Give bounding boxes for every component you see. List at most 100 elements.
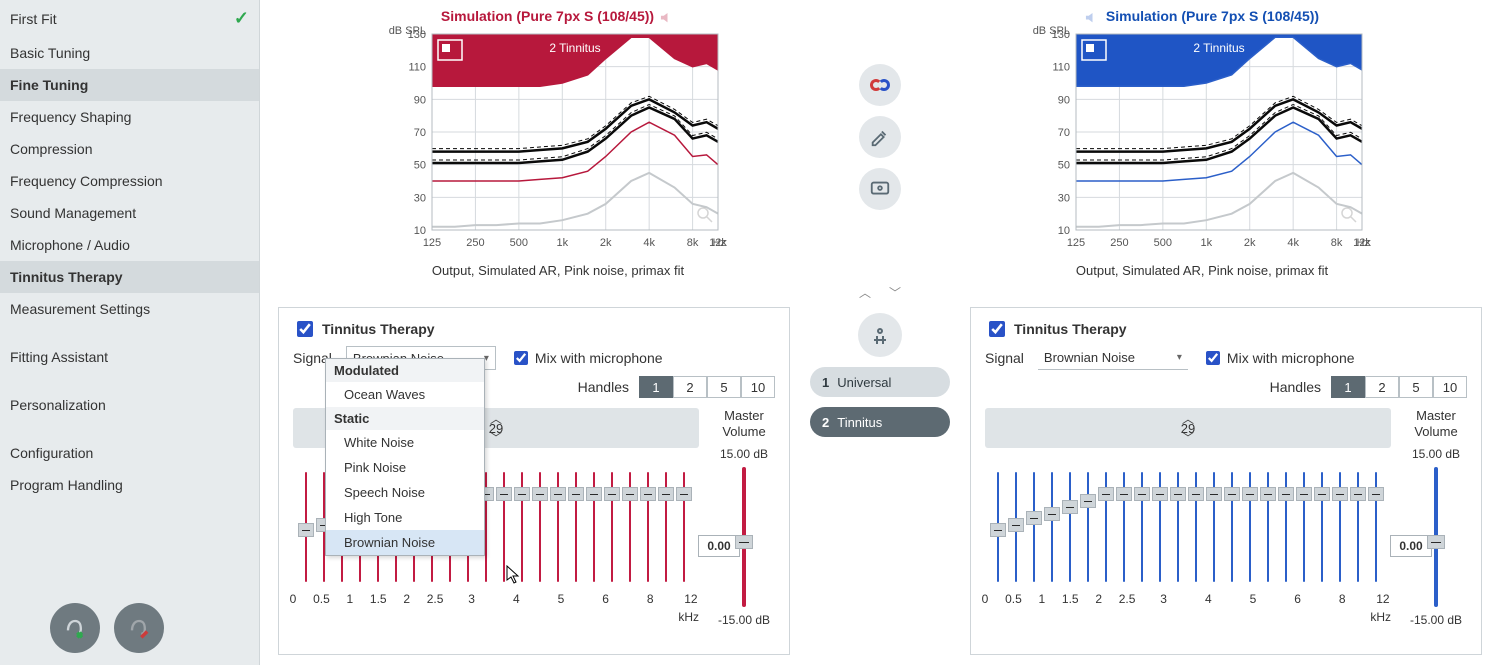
fine-tune-tool-button[interactable] bbox=[859, 116, 901, 158]
link-ears-button[interactable] bbox=[859, 64, 901, 106]
handles-option-1[interactable]: 1 bbox=[639, 376, 673, 398]
mix-microphone-checkbox[interactable] bbox=[514, 351, 528, 365]
sidebar-item-first-fit[interactable]: First Fit✓ bbox=[0, 0, 259, 37]
program-settings-icon[interactable] bbox=[858, 313, 902, 357]
slider-handle[interactable] bbox=[640, 487, 656, 501]
sidebar-item-basic-tuning[interactable]: Basic Tuning bbox=[0, 37, 259, 69]
eq-slider[interactable] bbox=[531, 472, 549, 582]
slider-handle[interactable] bbox=[1332, 487, 1348, 501]
slider-handle[interactable] bbox=[514, 487, 530, 501]
slider-handle[interactable] bbox=[1314, 487, 1330, 501]
handles-option-5[interactable]: 5 bbox=[1399, 376, 1433, 398]
handles-option-2[interactable]: 2 bbox=[673, 376, 707, 398]
slider-handle[interactable] bbox=[1080, 494, 1096, 508]
eq-slider[interactable] bbox=[585, 472, 603, 582]
sidebar-item-fine-tuning[interactable]: Fine Tuning bbox=[0, 69, 259, 101]
eq-slider[interactable] bbox=[1043, 472, 1061, 582]
dropdown-item-ocean-waves[interactable]: Ocean Waves bbox=[326, 382, 484, 407]
eq-slider[interactable] bbox=[1295, 472, 1313, 582]
eq-slider[interactable] bbox=[495, 472, 513, 582]
slider-handle[interactable] bbox=[1278, 487, 1294, 501]
sidebar-item-microphone-audio[interactable]: Microphone / Audio bbox=[0, 229, 259, 261]
eq-slider[interactable] bbox=[1187, 472, 1205, 582]
slider-handle[interactable] bbox=[604, 487, 620, 501]
slider-handle[interactable] bbox=[1350, 487, 1366, 501]
slider-handle[interactable] bbox=[990, 523, 1006, 537]
sidebar-item-frequency-shaping[interactable]: Frequency Shaping bbox=[0, 101, 259, 133]
gain-stepper[interactable]: ︿ 29 ﹀ bbox=[985, 408, 1391, 448]
slider-handle[interactable] bbox=[658, 487, 674, 501]
handles-option-10[interactable]: 10 bbox=[741, 376, 775, 398]
eq-slider[interactable] bbox=[657, 472, 675, 582]
slider-handle[interactable] bbox=[1062, 500, 1078, 514]
tinnitus-enable-checkbox[interactable] bbox=[297, 321, 313, 337]
eq-slider[interactable] bbox=[1367, 472, 1385, 582]
sidebar-item-fitting-assistant[interactable]: Fitting Assistant bbox=[0, 341, 259, 373]
sidebar-item-measurement-settings[interactable]: Measurement Settings bbox=[0, 293, 259, 325]
eq-slider[interactable] bbox=[1007, 472, 1025, 582]
eq-slider[interactable] bbox=[297, 472, 315, 582]
slider-handle[interactable] bbox=[1152, 487, 1168, 501]
sidebar-item-sound-management[interactable]: Sound Management bbox=[0, 197, 259, 229]
slider-handle[interactable] bbox=[298, 523, 314, 537]
slider-handle[interactable] bbox=[1224, 487, 1240, 501]
slider-handle[interactable] bbox=[568, 487, 584, 501]
sidebar-item-tinnitus-therapy[interactable]: Tinnitus Therapy bbox=[0, 261, 259, 293]
eq-slider[interactable] bbox=[1205, 472, 1223, 582]
eq-slider[interactable] bbox=[1115, 472, 1133, 582]
slider-handle[interactable] bbox=[1427, 535, 1445, 549]
slider-handle[interactable] bbox=[1260, 487, 1276, 501]
eq-slider[interactable] bbox=[513, 472, 531, 582]
dropdown-item-high-tone[interactable]: High Tone bbox=[326, 505, 484, 530]
eq-slider[interactable] bbox=[621, 472, 639, 582]
handles-option-1[interactable]: 1 bbox=[1331, 376, 1365, 398]
sidebar-item-frequency-compression[interactable]: Frequency Compression bbox=[0, 165, 259, 197]
handles-option-10[interactable]: 10 bbox=[1433, 376, 1467, 398]
panel-collapse-toggle[interactable]: ︿﹀ bbox=[260, 278, 1500, 307]
zoom-icon[interactable] bbox=[696, 206, 714, 227]
slider-handle[interactable] bbox=[1044, 507, 1060, 521]
eq-slider[interactable] bbox=[1313, 472, 1331, 582]
slider-handle[interactable] bbox=[1098, 487, 1114, 501]
eq-slider[interactable] bbox=[567, 472, 585, 582]
handles-option-5[interactable]: 5 bbox=[707, 376, 741, 398]
eq-slider[interactable] bbox=[1277, 472, 1295, 582]
slider-handle[interactable] bbox=[1026, 511, 1042, 525]
slider-handle[interactable] bbox=[1134, 487, 1150, 501]
eq-sliders-right[interactable] bbox=[985, 452, 1391, 582]
eq-slider[interactable] bbox=[675, 472, 693, 582]
slider-handle[interactable] bbox=[586, 487, 602, 501]
slider-handle[interactable] bbox=[550, 487, 566, 501]
slider-handle[interactable] bbox=[496, 487, 512, 501]
sidebar-item-compression[interactable]: Compression bbox=[0, 133, 259, 165]
eq-slider[interactable] bbox=[1061, 472, 1079, 582]
slider-handle[interactable] bbox=[676, 487, 692, 501]
eq-slider[interactable] bbox=[1169, 472, 1187, 582]
eq-slider[interactable] bbox=[1025, 472, 1043, 582]
slider-handle[interactable] bbox=[532, 487, 548, 501]
view-options-button[interactable] bbox=[859, 168, 901, 210]
slider-handle[interactable] bbox=[1242, 487, 1258, 501]
slider-handle[interactable] bbox=[1296, 487, 1312, 501]
dropdown-item-white-noise[interactable]: White Noise bbox=[326, 430, 484, 455]
slider-handle[interactable] bbox=[1206, 487, 1222, 501]
eq-slider[interactable] bbox=[1133, 472, 1151, 582]
handles-option-2[interactable]: 2 bbox=[1365, 376, 1399, 398]
slider-handle[interactable] bbox=[1188, 487, 1204, 501]
sidebar-item-configuration[interactable]: Configuration bbox=[0, 437, 259, 469]
program-universal[interactable]: 1Universal bbox=[810, 367, 950, 397]
slider-handle[interactable] bbox=[1368, 487, 1384, 501]
program-tinnitus[interactable]: 2Tinnitus bbox=[810, 407, 950, 437]
eq-slider[interactable] bbox=[1259, 472, 1277, 582]
eq-slider[interactable] bbox=[1241, 472, 1259, 582]
eq-slider[interactable] bbox=[1331, 472, 1349, 582]
slider-handle[interactable] bbox=[735, 535, 753, 549]
eq-slider[interactable] bbox=[549, 472, 567, 582]
master-volume-slider[interactable]: 0.00 bbox=[1434, 467, 1438, 607]
eq-slider[interactable] bbox=[1097, 472, 1115, 582]
device-disconnected-icon[interactable] bbox=[114, 603, 164, 653]
mix-microphone-checkbox[interactable] bbox=[1206, 351, 1220, 365]
slider-handle[interactable] bbox=[622, 487, 638, 501]
slider-handle[interactable] bbox=[1008, 518, 1024, 532]
master-volume-slider[interactable]: 0.00 bbox=[742, 467, 746, 607]
